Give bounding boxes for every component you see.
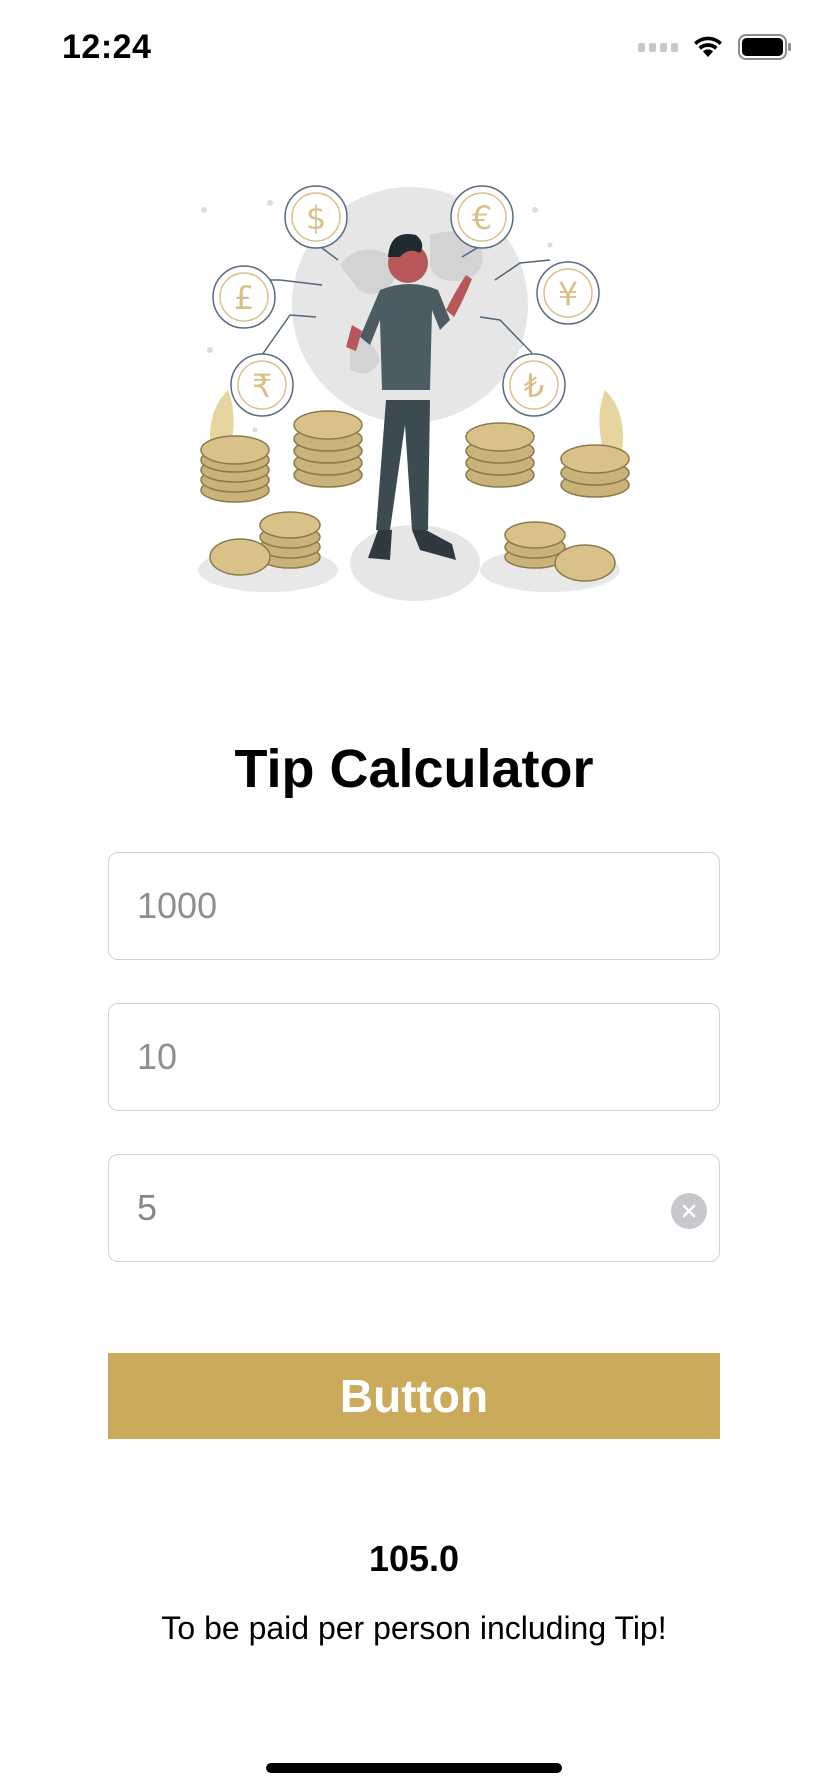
cellular-signal-icon <box>638 42 678 52</box>
svg-text:£: £ <box>234 279 254 317</box>
bill-amount-input[interactable] <box>137 853 657 959</box>
people-count-input[interactable] <box>137 1155 657 1261</box>
close-icon <box>682 1204 696 1218</box>
people-count-field[interactable] <box>108 1154 720 1262</box>
svg-text:¥: ¥ <box>558 275 578 313</box>
home-indicator[interactable] <box>266 1763 562 1773</box>
status-time: 12:24 <box>62 28 152 66</box>
calculate-button[interactable]: Button <box>108 1353 720 1439</box>
page-title: Tip Calculator <box>234 739 594 799</box>
svg-text:€: € <box>472 199 492 237</box>
svg-text:₺: ₺ <box>524 367 544 405</box>
result-value: 105.0 <box>368 1538 460 1579</box>
wifi-icon <box>694 36 722 57</box>
battery-icon <box>738 34 791 60</box>
svg-text:$: $ <box>306 199 326 237</box>
rupee-coin-icon: ₹ <box>230 353 294 417</box>
result-caption: To be paid per person including Tip! <box>161 1610 667 1646</box>
hero-illustration: $ € £ ¥ ₹ ₺ <box>198 185 630 601</box>
status-icons <box>638 34 792 60</box>
svg-text:₹: ₹ <box>252 367 272 405</box>
bill-amount-field[interactable] <box>108 852 720 960</box>
pound-coin-icon: £ <box>212 265 276 329</box>
tip-percent-input[interactable] <box>137 1004 657 1110</box>
yen-coin-icon: ¥ <box>536 261 600 325</box>
tip-percent-field[interactable] <box>108 1003 720 1111</box>
euro-coin-icon: € <box>450 185 514 249</box>
lira-coin-icon: ₺ <box>502 353 566 417</box>
dollar-coin-icon: $ <box>284 185 348 249</box>
status-bar: 12:24 <box>0 0 828 100</box>
clear-text-button[interactable] <box>671 1193 707 1229</box>
